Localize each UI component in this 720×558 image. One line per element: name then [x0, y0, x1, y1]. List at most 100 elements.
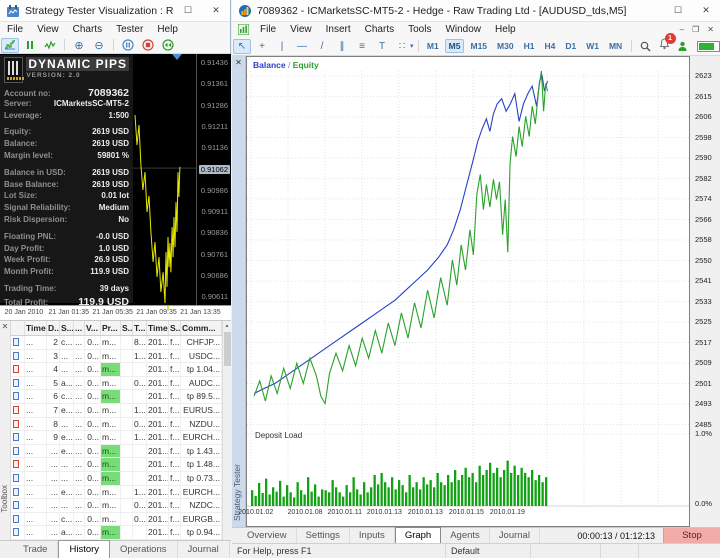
trendline-icon[interactable]: / — [313, 39, 331, 54]
menu-file[interactable]: File — [0, 24, 30, 35]
column-header[interactable]: S... — [169, 321, 181, 335]
shapes-dropdown-arrow[interactable]: ▾ — [410, 42, 414, 50]
history-table[interactable]: TimeD...S......V...Pr...S...T...TimeS...… — [11, 321, 222, 541]
tab-operations[interactable]: Operations — [110, 541, 177, 558]
timeframe-w1[interactable]: W1 — [582, 39, 603, 53]
tab-settings[interactable]: Settings — [297, 528, 350, 543]
column-header[interactable]: T... — [133, 321, 147, 335]
close-button[interactable]: ✕ — [202, 0, 230, 21]
table-row[interactable]: ............0...m...0...201...f...NZDC..… — [11, 499, 222, 513]
tab-trade[interactable]: Trade — [13, 541, 58, 558]
timeframe-mn[interactable]: MN — [605, 39, 626, 53]
table-row[interactable]: ............0...m...201...f...tp 1.48... — [11, 458, 222, 472]
bars-mode-icon[interactable] — [21, 38, 39, 53]
status-profile[interactable]: Default — [446, 544, 531, 558]
table-scrollbar[interactable]: ▲ — [222, 321, 231, 541]
timeframe-m30[interactable]: M30 — [493, 39, 518, 53]
timeframe-m1[interactable]: M1 — [423, 39, 443, 53]
tester-price-chart[interactable]: 0.914360.913610.912860.912110.911360.910… — [0, 54, 231, 305]
search-icon[interactable] — [637, 39, 655, 54]
stop-icon[interactable] — [139, 38, 157, 53]
menu-help[interactable]: Help — [488, 24, 523, 35]
vertical-line-icon[interactable]: | — [273, 39, 291, 54]
column-header[interactable]: ... — [74, 321, 85, 335]
shapes-icon[interactable]: ∷ — [393, 39, 411, 54]
tab-graph[interactable]: Graph — [395, 527, 441, 543]
rewind-icon[interactable] — [159, 38, 177, 53]
zoom-in-icon[interactable]: ⊕ — [70, 38, 88, 53]
community-icon[interactable] — [674, 39, 692, 54]
toolbox-close-icon[interactable]: ✕ — [0, 321, 10, 333]
balance-equity-graph[interactable]: Balance / Equity Deposit Load 2010.01.02… — [246, 56, 690, 527]
table-row[interactable]: ...6c......0...m...201...f...tp 89.5... — [11, 390, 222, 404]
left-titlebar[interactable]: Strategy Tester Visualization : Re... ☐ … — [0, 0, 230, 22]
crosshair-icon[interactable]: + — [253, 39, 271, 54]
equidistant-icon[interactable]: ≡ — [353, 39, 371, 54]
tab-history[interactable]: History — [58, 540, 110, 558]
table-row[interactable]: ......a......0...m...201...f...tp 0.94..… — [11, 526, 222, 540]
column-header[interactable]: Comm... — [181, 321, 222, 335]
column-header[interactable]: Pr... — [101, 321, 121, 335]
notifications-icon[interactable]: 1 — [659, 37, 670, 55]
menu-insert[interactable]: Insert — [319, 24, 358, 35]
timeframe-m15[interactable]: M15 — [466, 39, 491, 53]
tab-overview[interactable]: Overview — [238, 528, 297, 543]
table-row[interactable]: ............0...m...201...f...tp 0.73... — [11, 472, 222, 486]
text-icon[interactable]: T — [373, 39, 391, 54]
menu-view[interactable]: View — [30, 24, 66, 35]
close-button[interactable]: ✕ — [692, 0, 720, 21]
child-restore-icon[interactable]: ❐ — [692, 25, 699, 34]
table-row[interactable]: ...2c......0...m...8...201...f...CHFJP..… — [11, 336, 222, 350]
menu-tools[interactable]: Tools — [401, 24, 438, 35]
menu-window[interactable]: Window — [438, 24, 488, 35]
tab-journal[interactable]: Journal — [178, 541, 230, 558]
table-row[interactable]: ...9e......0...m...1...201...f...EURCH..… — [11, 431, 222, 445]
tab-agents[interactable]: Agents — [441, 528, 490, 543]
strip-close-icon[interactable]: ✕ — [232, 56, 245, 69]
line-mode-icon[interactable] — [41, 38, 59, 53]
table-row[interactable]: ...5a......0...m...0...201...f...AUDC... — [11, 377, 222, 391]
zoom-out-icon[interactable]: ⊖ — [90, 38, 108, 53]
table-row[interactable]: ...3......0...m...1...201...f...USDC... — [11, 350, 222, 364]
tab-journal[interactable]: Journal — [490, 528, 540, 543]
column-header[interactable]: Time — [147, 321, 169, 335]
table-row[interactable]: ......c......0...m...0...201...f...EURGB… — [11, 513, 222, 527]
column-header[interactable]: Time — [25, 321, 47, 335]
price-axis[interactable]: 0.914360.913610.912860.912110.911360.910… — [196, 54, 231, 305]
child-minimize-icon[interactable]: – — [680, 25, 684, 34]
pause-icon[interactable] — [119, 38, 137, 53]
chart-mode-icon[interactable] — [1, 38, 19, 53]
table-row[interactable]: ...4......0...m...201...f...tp 1.04... — [11, 363, 222, 377]
table-row[interactable]: ...7e......0...m...1...201...f...EURUS..… — [11, 404, 222, 418]
timeframe-h4[interactable]: H4 — [540, 39, 559, 53]
table-row[interactable]: ......e......0...m...201...f...tp 1.43..… — [11, 445, 222, 459]
maximize-button[interactable]: ☐ — [664, 0, 692, 21]
child-close-icon[interactable]: ✕ — [707, 25, 714, 34]
horizontal-line-icon[interactable]: — — [293, 39, 311, 54]
table-row[interactable]: ......e......0...m...1...201...f...EURCH… — [11, 486, 222, 500]
menu-file[interactable]: File — [253, 24, 283, 35]
timeframe-d1[interactable]: D1 — [561, 39, 580, 53]
row-icon-cell — [11, 363, 25, 376]
maximize-button[interactable]: ☐ — [174, 0, 202, 21]
timeframe-m5[interactable]: M5 — [445, 39, 465, 53]
column-header[interactable]: S... — [121, 321, 133, 335]
scroll-up-icon[interactable]: ▲ — [223, 321, 231, 331]
channel-icon[interactable]: ∥ — [333, 39, 351, 54]
menu-view[interactable]: View — [283, 24, 319, 35]
scrollbar-thumb[interactable] — [224, 332, 231, 366]
chart-window-icon[interactable] — [238, 24, 249, 35]
menu-help[interactable]: Help — [150, 24, 185, 35]
column-header[interactable]: D... — [47, 321, 60, 335]
cursor-icon[interactable]: ↖ — [233, 39, 251, 54]
menu-charts[interactable]: Charts — [66, 24, 109, 35]
stop-button[interactable]: Stop — [663, 528, 720, 543]
tab-inputs[interactable]: Inputs — [350, 528, 395, 543]
column-header[interactable]: V... — [85, 321, 101, 335]
timeframe-h1[interactable]: H1 — [520, 39, 539, 53]
table-row[interactable]: ...8......0...m...0...201...f...NZDU... — [11, 418, 222, 432]
menu-tester[interactable]: Tester — [109, 24, 150, 35]
column-header[interactable]: S... — [60, 321, 74, 335]
menu-charts[interactable]: Charts — [358, 24, 401, 35]
right-titlebar[interactable]: 7089362 - ICMarketsSC-MT5-2 - Hedge - Ra… — [232, 0, 720, 22]
